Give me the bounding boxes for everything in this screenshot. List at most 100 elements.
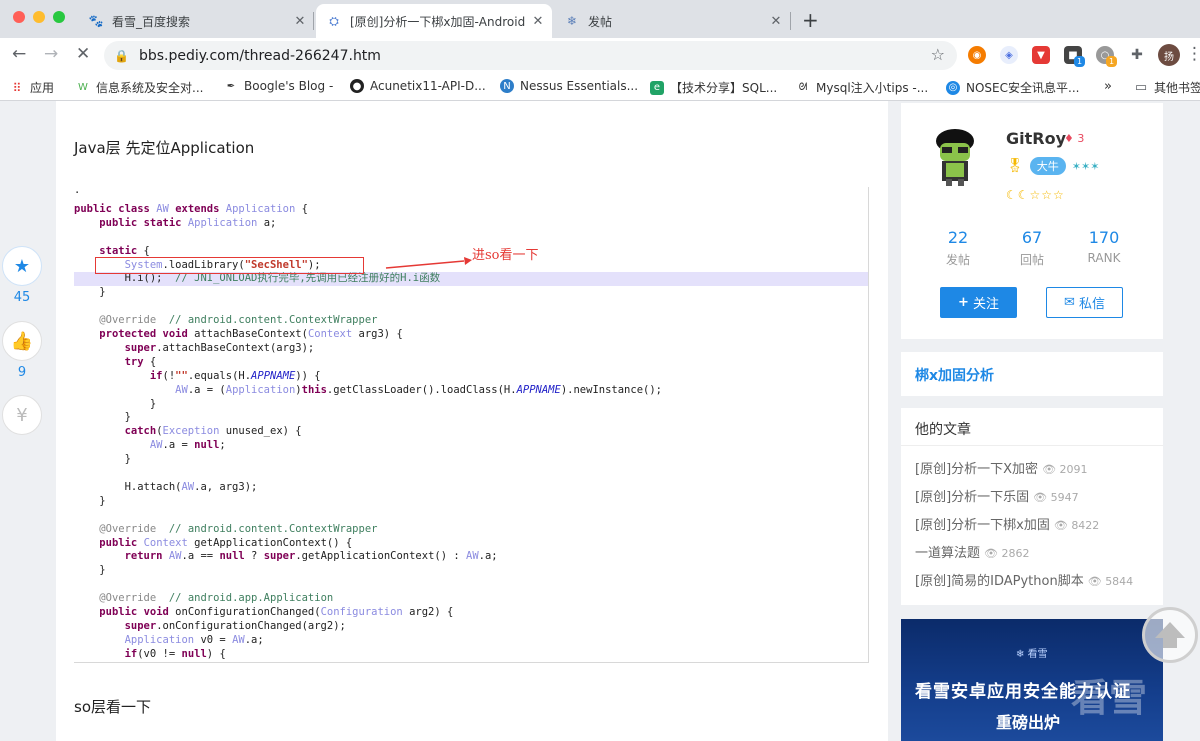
address-bar[interactable]: 🔒 bbs.pediy.com/thread-266247.htm ☆ bbox=[104, 41, 957, 70]
tab-separator bbox=[790, 12, 791, 30]
extension-shield-icon[interactable]: ◈ bbox=[1000, 46, 1018, 64]
eye-icon: 👁 bbox=[1053, 519, 1068, 532]
view-count: 8422 bbox=[1071, 519, 1100, 532]
follow-button[interactable]: + 关注 bbox=[940, 287, 1017, 318]
more-bookmarks-chevron[interactable]: » bbox=[1104, 79, 1112, 94]
code-line: public class AW extends Application { bbox=[74, 202, 308, 215]
bookmark-item[interactable]: ✒ Boogle's Blog - bbox=[224, 79, 334, 93]
kanxue-icon: ⛭ bbox=[329, 13, 339, 28]
code-line: H.i(); // JNI_ONLOAD执行完毕,先调用已经注册好的H.i函数 bbox=[74, 272, 868, 287]
bookmark-apps[interactable]: ⠿ 应用 bbox=[10, 79, 54, 96]
page-content: ★ 45 👍 9 ¥ Java层 先定位Application if(v0 !=… bbox=[0, 101, 1200, 741]
extensions-puzzle-icon[interactable]: ✚ bbox=[1128, 46, 1146, 64]
article-body: Java层 先定位Application if(v0 != null) { Ap… bbox=[56, 101, 888, 741]
maximize-window-button[interactable] bbox=[53, 11, 65, 23]
close-tab-icon[interactable]: ✕ bbox=[292, 14, 308, 29]
plus-icon: + bbox=[958, 295, 969, 310]
bookmark-item[interactable]: e 【技术分享】SQL... bbox=[650, 79, 777, 96]
close-tab-icon[interactable]: ✕ bbox=[530, 14, 546, 29]
topic-link[interactable]: 梆x加固分析 bbox=[901, 352, 1163, 396]
view-count: 2862 bbox=[1001, 547, 1030, 560]
bookmark-label: NOSEC安全讯息平... bbox=[966, 81, 1080, 95]
annotation-text: 进so看一下 bbox=[472, 248, 539, 263]
forward-arrow-icon[interactable]: → bbox=[44, 44, 58, 64]
nessus-icon: N bbox=[500, 79, 514, 93]
lock-icon: 🔒 bbox=[114, 48, 129, 63]
extension-pocket-icon[interactable]: ▼ bbox=[1032, 46, 1050, 64]
eye-icon: 👁 bbox=[984, 547, 998, 560]
folder-icon: ▭ bbox=[1134, 80, 1148, 95]
article-title[interactable]: [原创]简易的IDAPython脚本 bbox=[915, 574, 1084, 589]
collect-star-button[interactable]: ★ bbox=[2, 246, 42, 286]
tab-baidu[interactable]: 🐾 看雪_百度搜索 ✕ bbox=[78, 4, 314, 38]
bookmark-label: » bbox=[1104, 79, 1112, 94]
section-heading: Java层 先定位Application bbox=[74, 139, 255, 157]
message-button[interactable]: ✉ 私信 bbox=[1046, 287, 1123, 318]
code-line: @Override // android.content.ContextWrap… bbox=[99, 522, 378, 535]
tab-thread[interactable]: ⛭ [原创]分析一下梆x加固-Android ✕ bbox=[316, 4, 552, 38]
bookmark-label: Boogle's Blog - bbox=[244, 79, 334, 93]
article-link[interactable]: 一道算法题 👁 2862 bbox=[915, 542, 1029, 561]
article-title[interactable]: [原创]分析一下乐固 bbox=[915, 490, 1029, 505]
rank-stars-icon: ☾☾☆☆☆ bbox=[1006, 188, 1065, 202]
view-count: 5844 bbox=[1105, 575, 1134, 588]
stop-loading-icon[interactable]: ✕ bbox=[76, 44, 90, 64]
snowflake-icon: ❄ bbox=[566, 14, 578, 28]
author-avatar[interactable] bbox=[928, 127, 982, 187]
profile-avatar[interactable]: 扬 bbox=[1158, 44, 1180, 66]
new-tab-button[interactable]: + bbox=[802, 8, 819, 32]
bookmark-item[interactable]: W 信息系统及安全对... bbox=[76, 79, 203, 96]
feather-icon: ✒ bbox=[226, 80, 236, 92]
article-link[interactable]: [原创]简易的IDAPython脚本 👁 5844 bbox=[915, 570, 1133, 589]
other-bookmarks-folder[interactable]: ▭ 其他书签 bbox=[1134, 79, 1200, 96]
bookmark-item[interactable]: ◎ NOSEC安全讯息平... bbox=[946, 79, 1079, 96]
article-title[interactable]: 一道算法题 bbox=[915, 546, 980, 561]
bookmark-label: 应用 bbox=[30, 81, 55, 95]
follow-label: 关注 bbox=[972, 297, 999, 312]
promo-banner[interactable]: ❄ 看雪 看雪 看雪安卓应用安全能力认证 重磅出炉 bbox=[901, 619, 1163, 741]
article-title[interactable]: [原创]分析一下X加密 bbox=[915, 462, 1038, 477]
topic-link-text[interactable]: 梆x加固分析 bbox=[915, 368, 994, 384]
like-thumb-button[interactable]: 👍 bbox=[2, 321, 42, 361]
article-link[interactable]: [原创]分析一下乐固 👁 5947 bbox=[915, 486, 1079, 505]
author-articles-panel: 他的文章 [原创]分析一下X加密 👁 2091 [原创]分析一下乐固 👁 5947 … bbox=[901, 408, 1163, 605]
back-to-top-button[interactable] bbox=[1142, 607, 1198, 663]
back-arrow-icon[interactable]: ← bbox=[12, 44, 26, 64]
tab-post[interactable]: ❄ 发帖 ✕ bbox=[554, 4, 790, 38]
menu-dots-icon[interactable]: ⋮ bbox=[1186, 44, 1200, 64]
article-title[interactable]: [原创]分析一下梆x加固 bbox=[915, 518, 1050, 533]
author-name[interactable]: GitRoy bbox=[1006, 129, 1066, 148]
stat-label: 发帖 bbox=[945, 253, 970, 267]
stat-rank[interactable]: 170 RANK bbox=[1069, 228, 1139, 265]
reward-button[interactable]: ¥ bbox=[2, 395, 42, 435]
code-line: @Override // android.app.Application bbox=[99, 592, 334, 605]
code-line: return AW.a == null ? super.getApplicati… bbox=[124, 550, 498, 563]
close-tab-icon[interactable]: ✕ bbox=[768, 14, 784, 29]
stat-value: 67 bbox=[1021, 228, 1043, 247]
article-link[interactable]: [原创]分析一下梆x加固 👁 8422 bbox=[915, 514, 1099, 533]
bookmark-label: Mysql注入小tips -... bbox=[816, 81, 929, 95]
bookmark-item[interactable]: N Nessus Essentials... bbox=[500, 79, 638, 93]
eye-icon: 👁 bbox=[1042, 463, 1057, 476]
bookmark-item[interactable]: ᘛ Mysql注入小tips -... bbox=[796, 79, 928, 96]
message-label: 私信 bbox=[1078, 297, 1105, 312]
stat-replies[interactable]: 67 回帖 bbox=[997, 228, 1067, 268]
navigation-bar: ← → ✕ 🔒 bbs.pediy.com/thread-266247.htm … bbox=[0, 38, 1200, 72]
article-link[interactable]: [原创]分析一下X加密 👁 2091 bbox=[915, 458, 1088, 477]
collect-count: 45 bbox=[13, 290, 31, 305]
minimize-window-button[interactable] bbox=[33, 11, 45, 23]
code-line: public static Application a; bbox=[99, 216, 277, 229]
bookmark-star-icon[interactable]: ☆ bbox=[931, 45, 945, 64]
stat-posts[interactable]: 22 发帖 bbox=[923, 228, 993, 268]
bookmarks-bar: ⠿ 应用 W 信息系统及安全对... ✒ Boogle's Blog - ● A… bbox=[0, 72, 1200, 101]
stat-value: 170 bbox=[1088, 228, 1120, 247]
code-line: if(!"".equals(H.APPNAME)) { bbox=[149, 369, 321, 382]
extension-orange-icon[interactable]: ◉ bbox=[968, 46, 986, 64]
bookmark-label: 【技术分享】SQL... bbox=[670, 81, 778, 95]
tab-separator bbox=[313, 12, 314, 30]
close-window-button[interactable] bbox=[13, 11, 25, 23]
code-line: try { bbox=[124, 355, 157, 368]
bookmark-item[interactable]: ● Acunetix11-API-D... bbox=[350, 79, 486, 93]
code-line: @Override // android.content.ContextWrap… bbox=[99, 314, 378, 327]
eye-icon: 👁 bbox=[1033, 491, 1048, 504]
